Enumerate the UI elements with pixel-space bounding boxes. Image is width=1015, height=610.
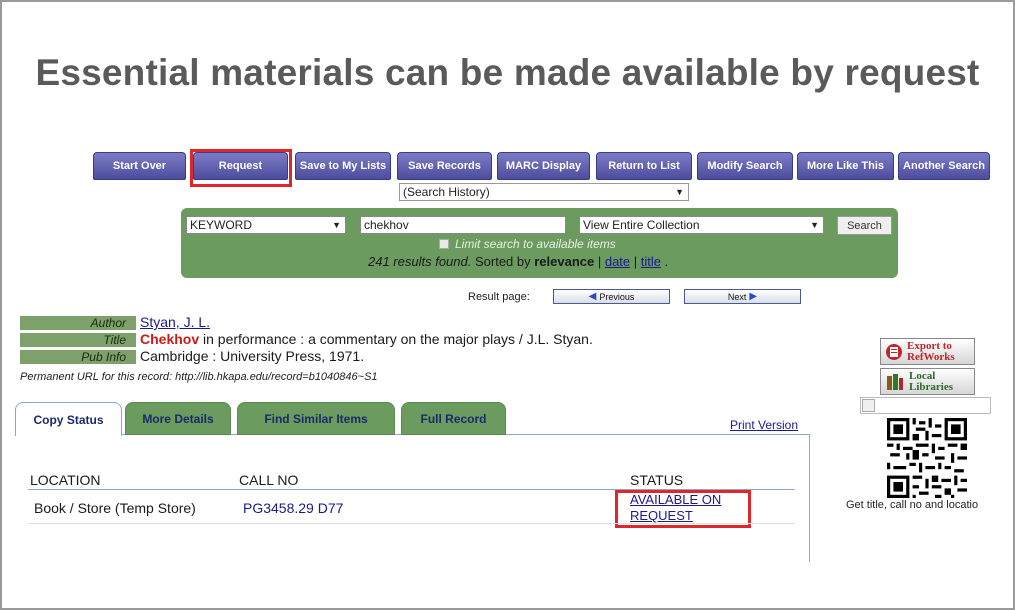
more-like-this-button[interactable]: More Like This	[797, 152, 894, 180]
start-over-button[interactable]: Start Over	[93, 152, 186, 180]
limit-available-row: Limit search to available items	[439, 237, 616, 251]
save-to-my-lists-button[interactable]: Save to My Lists	[295, 152, 391, 180]
search-history-select[interactable]: (Search History) ▼	[399, 183, 689, 201]
sort-separator: |	[630, 254, 641, 269]
call-no-link[interactable]: PG3458.29 D77	[243, 500, 343, 516]
local-line1: Local	[909, 369, 936, 382]
limit-available-label: Limit search to available items	[455, 237, 616, 251]
next-label: Next	[727, 291, 747, 302]
location-header: LOCATION	[30, 472, 101, 488]
search-scope-value: View Entire Collection	[583, 218, 700, 232]
search-type-value: KEYWORD	[190, 218, 253, 232]
modify-search-button[interactable]: Modify Search	[697, 152, 793, 180]
pub-info-label: Pub Info	[20, 350, 136, 364]
print-version-link[interactable]: Print Version	[730, 418, 798, 432]
permanent-url: Permanent URL for this record: http://li…	[20, 371, 378, 383]
title-highlight: Chekhov	[140, 331, 200, 347]
result-page-label: Result page:	[468, 291, 530, 303]
limit-available-checkbox[interactable]	[439, 239, 449, 249]
another-search-button[interactable]: Another Search	[898, 152, 990, 180]
request-highlight-box	[190, 149, 292, 187]
books-icon	[887, 373, 903, 390]
status-header: STATUS	[630, 472, 684, 488]
tab-find-similar-items[interactable]: Find Similar Items	[237, 402, 395, 435]
tab-more-details[interactable]: More Details	[125, 402, 231, 435]
title-rest: in performance : a commentary on the maj…	[199, 331, 593, 347]
refworks-line2: RefWorks	[907, 350, 955, 363]
sorted-by-text: Sorted by	[471, 254, 535, 269]
qr-code-icon	[887, 418, 967, 498]
export-refworks-button[interactable]: Export to RefWorks	[880, 338, 975, 365]
arrow-right-icon: ▶	[749, 291, 758, 302]
broken-image-placeholder	[860, 397, 991, 414]
search-button[interactable]: Search	[837, 216, 892, 235]
results-count: 241 results found.	[368, 254, 472, 269]
tab-panel-border	[809, 434, 810, 562]
search-history-value: (Search History)	[403, 185, 490, 199]
title-label: Title	[20, 333, 136, 347]
refworks-logo-icon	[886, 343, 902, 360]
title-value: Chekhov in performance : a commentary on…	[140, 332, 593, 347]
location-cell: Book / Store (Temp Store)	[34, 500, 196, 516]
table-row-line	[28, 523, 795, 524]
sort-end: .	[661, 254, 669, 269]
save-records-button[interactable]: Save Records	[397, 152, 492, 180]
previous-label: Previous	[599, 291, 635, 302]
search-query-input[interactable]: chekhov	[360, 216, 566, 234]
author-label: Author	[20, 316, 136, 330]
tab-full-record[interactable]: Full Record	[401, 402, 506, 435]
slide-title: Essential materials can be made availabl…	[35, 52, 980, 93]
next-page-button[interactable]: Next ▶	[684, 289, 801, 304]
marc-display-button[interactable]: MARC Display	[497, 152, 590, 180]
author-link[interactable]: Styan, J. L.	[140, 314, 210, 330]
search-panel: KEYWORD ▼ chekhov View Entire Collection…	[181, 208, 898, 278]
local-libraries-button[interactable]: Local Libraries	[880, 368, 975, 395]
dropdown-arrow-icon: ▼	[810, 220, 819, 230]
return-to-list-button[interactable]: Return to List	[596, 152, 692, 180]
qr-caption: Get title, call no and locatio	[846, 499, 979, 511]
dropdown-arrow-icon: ▼	[675, 187, 684, 197]
author-value: Styan, J. L.	[140, 315, 210, 330]
sort-relevance: relevance	[534, 254, 595, 269]
broken-image-icon	[862, 399, 875, 412]
sort-separator: |	[594, 254, 605, 269]
call-no-header: CALL NO	[239, 472, 299, 488]
sort-title-link[interactable]: title	[641, 254, 661, 269]
pub-info-value: Cambridge : University Press, 1971.	[140, 348, 365, 364]
search-query-value: chekhov	[364, 218, 409, 232]
search-type-select[interactable]: KEYWORD ▼	[186, 216, 346, 234]
results-summary: 241 results found. Sorted by relevance |…	[368, 254, 668, 269]
dropdown-arrow-icon: ▼	[332, 220, 341, 230]
local-line2: Libraries	[909, 380, 953, 393]
search-scope-select[interactable]: View Entire Collection ▼	[579, 216, 824, 234]
arrow-left-icon: ◀	[588, 291, 597, 302]
previous-page-button[interactable]: ◀ Previous	[553, 289, 670, 304]
sort-date-link[interactable]: date	[605, 254, 630, 269]
tab-copy-status[interactable]: Copy Status	[15, 402, 122, 436]
refworks-line1: Export to	[907, 339, 952, 352]
